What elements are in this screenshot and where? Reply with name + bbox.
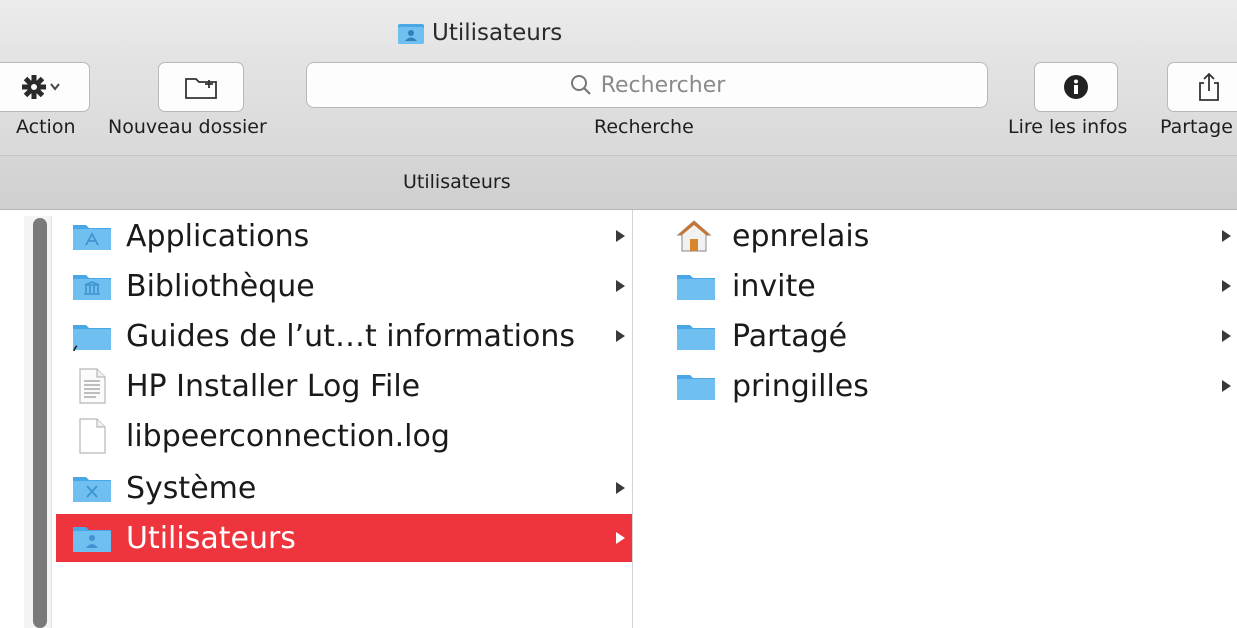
search-icon <box>570 75 591 95</box>
chevron-right-icon <box>616 532 625 544</box>
list-item[interactable]: Bibliothèque <box>56 262 632 310</box>
chevron-right-icon <box>1222 230 1231 242</box>
item-label: epnrelais <box>732 218 870 254</box>
list-item[interactable]: libpeerconnection.log <box>56 412 632 460</box>
search-label: Recherche <box>594 116 694 138</box>
list-item[interactable]: HP Installer Log File <box>56 362 632 410</box>
list-item[interactable]: Guides de l’ut…t informations <box>56 312 632 360</box>
item-label: Utilisateurs <box>126 520 296 556</box>
chevron-right-icon <box>616 330 625 342</box>
column-browser: Applications Bibliothèque Guides de l’ut… <box>0 210 1237 628</box>
list-item[interactable]: Applications <box>56 212 632 260</box>
share-icon <box>1199 72 1219 101</box>
new-folder-label: Nouveau dossier <box>108 116 267 138</box>
chevron-right-icon <box>616 230 625 242</box>
new-folder-button[interactable] <box>158 62 244 112</box>
get-info-button[interactable] <box>1034 62 1118 112</box>
column-divider[interactable] <box>632 210 662 628</box>
info-icon <box>1064 75 1088 99</box>
sidebar-scrollbar-thumb[interactable] <box>33 218 47 628</box>
text-document-icon <box>79 368 106 404</box>
list-item[interactable]: epnrelais <box>662 212 1237 260</box>
path-bar-current: Utilisateurs <box>403 171 511 193</box>
get-info-label: Lire les infos <box>1008 116 1128 138</box>
search-field[interactable]: Rechercher <box>306 62 988 108</box>
chevron-right-icon <box>616 482 625 494</box>
list-item[interactable]: Partagé <box>662 312 1237 360</box>
folder-icon <box>677 275 715 300</box>
system-folder-icon <box>73 477 111 502</box>
window-title: Utilisateurs <box>398 18 562 48</box>
library-folder-icon <box>73 275 111 300</box>
search-placeholder: Rechercher <box>600 72 726 98</box>
chevron-right-icon <box>616 280 625 292</box>
item-label: pringilles <box>732 368 869 404</box>
list-item[interactable]: invite <box>662 262 1237 310</box>
item-label: HP Installer Log File <box>126 368 421 404</box>
title-bar: Utilisateurs <box>0 0 1237 58</box>
share-button[interactable] <box>1167 62 1237 112</box>
toolbar: Action Nouveau dossier Rechercher Recher… <box>0 58 1237 156</box>
users-folder-icon <box>73 527 111 552</box>
list-item[interactable]: Système <box>56 464 632 512</box>
home-icon <box>676 220 712 252</box>
chevron-right-icon <box>1222 280 1231 292</box>
item-label: Système <box>126 470 257 506</box>
blank-document-icon <box>79 418 106 454</box>
item-label: libpeerconnection.log <box>126 418 450 454</box>
applications-folder-icon <box>73 225 111 250</box>
folder-alias-icon <box>73 325 111 351</box>
item-label: Partagé <box>732 318 848 354</box>
list-item-selected[interactable]: Utilisateurs <box>56 514 632 562</box>
action-label: Action <box>16 116 76 138</box>
folder-icon <box>677 325 715 350</box>
item-label: Applications <box>126 218 310 254</box>
item-label: Guides de l’ut…t informations <box>126 318 576 354</box>
users-folder-icon <box>398 24 424 44</box>
path-bar: Utilisateurs <box>0 156 1237 210</box>
folder-icon <box>677 375 715 400</box>
list-item[interactable]: pringilles <box>662 362 1237 410</box>
new-folder-icon <box>185 78 217 99</box>
window-title-text: Utilisateurs <box>432 20 563 46</box>
chevron-right-icon <box>1222 330 1231 342</box>
gear-icon <box>22 75 60 99</box>
item-label: invite <box>732 268 816 304</box>
column-root: Applications Bibliothèque Guides de l’ut… <box>56 210 632 628</box>
chevron-right-icon <box>1222 380 1231 392</box>
item-label: Bibliothèque <box>126 268 315 304</box>
column-users: epnrelais invite Partagé pringilles <box>662 210 1237 628</box>
action-button[interactable] <box>0 62 90 112</box>
share-label: Partage <box>1160 116 1233 138</box>
